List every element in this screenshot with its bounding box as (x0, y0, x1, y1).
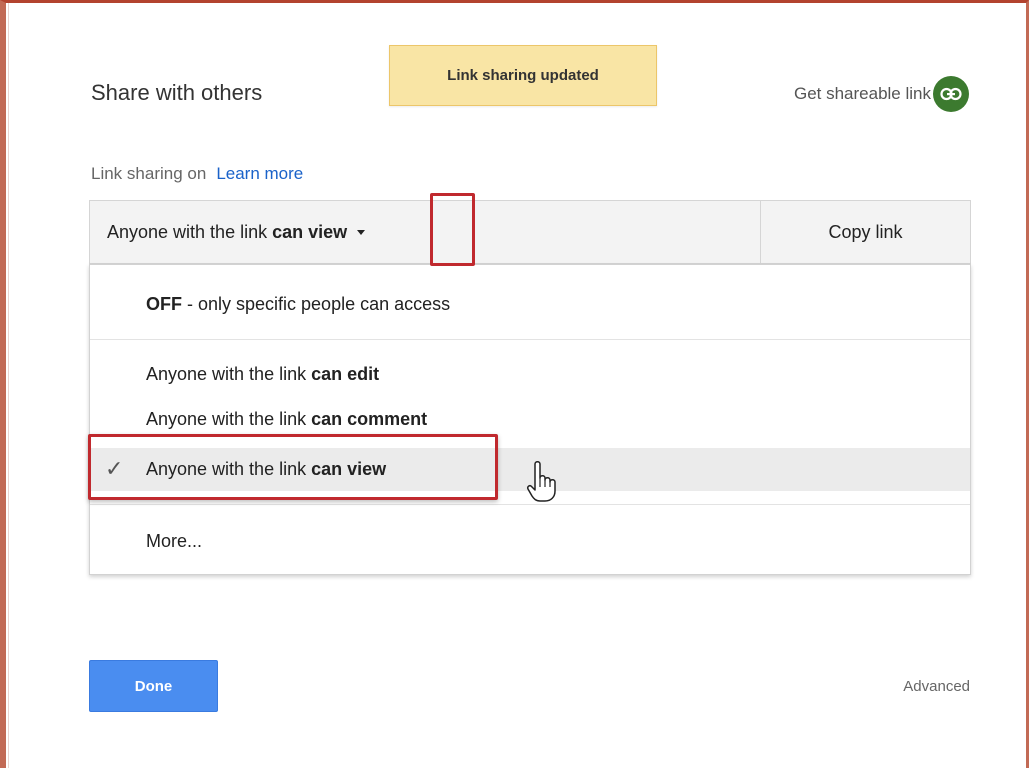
link-access-menu: OFF - only specific people can access Any… (89, 264, 971, 575)
menu-item-permission: can edit (311, 363, 380, 384)
toast-notification: Link sharing updated (389, 45, 657, 106)
get-shareable-link-button[interactable]: Get shareable link (794, 76, 969, 112)
share-dialog: Share with others Link sharing updated G… (0, 0, 1029, 768)
link-sharing-status-text: Link sharing on (91, 164, 207, 183)
menu-item-prefix: Anyone with the link (146, 459, 307, 479)
menu-item-prefix: Anyone with the link (146, 363, 307, 384)
menu-item-prefix: Anyone with the link (146, 408, 307, 429)
menu-divider (90, 504, 970, 505)
hand-cursor-icon (527, 461, 556, 502)
menu-item-can-comment[interactable]: Anyone with the link can comment (90, 399, 970, 439)
link-sharing-status: Link sharing on Learn more (91, 164, 303, 184)
dropdown-label-permission: can view (272, 221, 348, 242)
dropdown-label-prefix: Anyone with the link (107, 221, 268, 242)
advanced-link[interactable]: Advanced (903, 678, 970, 695)
menu-item-off-label: OFF (146, 293, 182, 314)
menu-item-off-description: - only specific people can access (187, 293, 451, 314)
menu-item-more[interactable]: More... (90, 521, 970, 561)
menu-divider (90, 339, 970, 340)
menu-item-permission: can view (311, 459, 387, 479)
caret-down-icon[interactable] (356, 225, 366, 239)
menu-item-off[interactable]: OFF - only specific people can access (90, 284, 970, 324)
link-access-dropdown[interactable]: Anyone with the link can view (90, 201, 760, 263)
link-icon[interactable] (933, 76, 969, 112)
done-button[interactable]: Done (89, 660, 218, 712)
get-shareable-link-label: Get shareable link (793, 84, 931, 103)
link-access-control: Anyone with the link can view Copy link (89, 200, 971, 264)
learn-more-link[interactable]: Learn more (216, 164, 303, 183)
copy-link-button[interactable]: Copy link (760, 201, 970, 263)
menu-item-can-edit[interactable]: Anyone with the link can edit (90, 354, 970, 394)
dialog-title: Share with others (91, 80, 263, 105)
menu-item-permission: can comment (311, 408, 428, 429)
checkmark-icon: ✓ (105, 456, 124, 481)
